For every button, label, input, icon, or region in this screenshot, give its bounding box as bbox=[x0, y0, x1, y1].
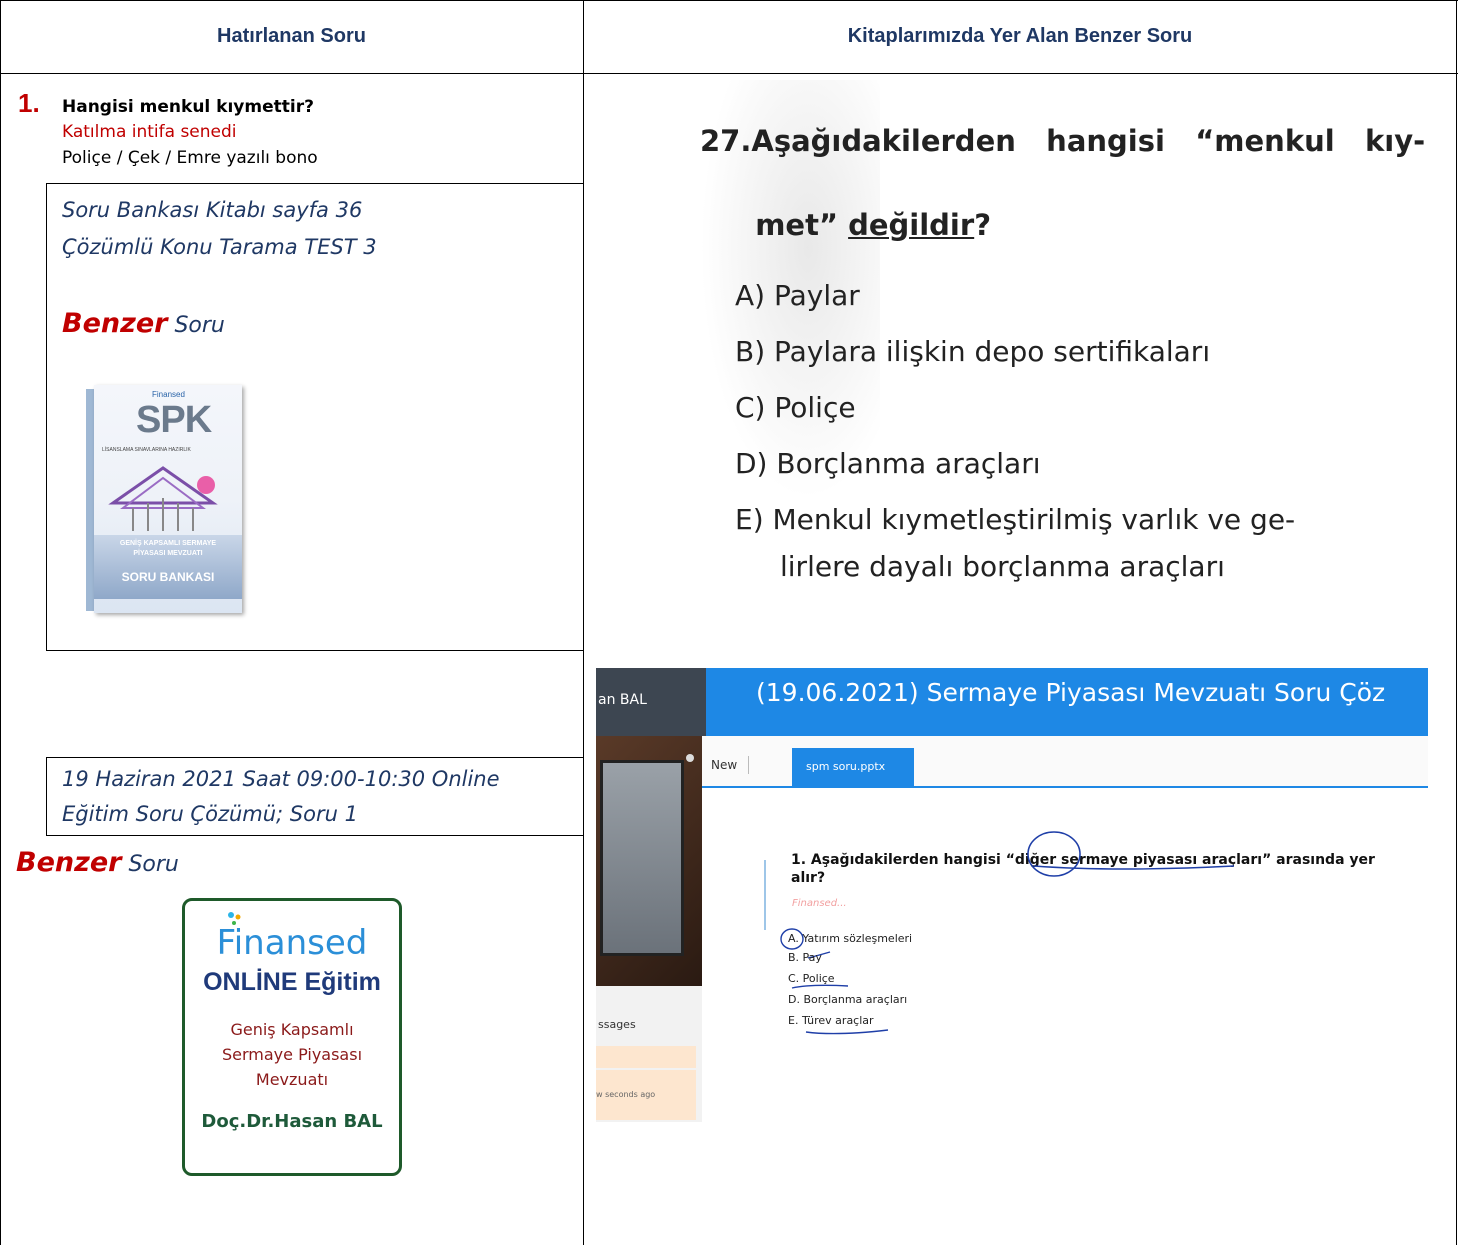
benzer-soru-label: Benzer Soru bbox=[62, 308, 225, 339]
question-number: 1. bbox=[18, 88, 40, 118]
card-author: Doç.Dr.Hasan BAL bbox=[201, 1111, 383, 1132]
option-c: C) Poliçe bbox=[735, 391, 856, 424]
question-line2: met” değildir? bbox=[735, 174, 991, 242]
option-e-line1: E) Menkul kıymetleştirilmiş varlık ve ge… bbox=[735, 503, 1296, 536]
benzer-bold: Benzer bbox=[62, 308, 168, 339]
book-ref-line2: Çözümlü Konu Tarama TEST 3 bbox=[62, 235, 377, 259]
online-ref-line2: Eğitim Soru Çözümü; Soru 1 bbox=[62, 802, 358, 826]
ss-option-e: E. Türev araçlar bbox=[788, 1014, 874, 1027]
ss-option-b: B. Pay bbox=[788, 951, 822, 964]
book-ref-line1: Soru Bankası Kitabı sayfa 36 bbox=[62, 198, 363, 222]
ss-option-a: A. Yatırım sözleşmeleri bbox=[788, 932, 913, 945]
header-right: Kitaplarımızda Yer Alan Benzer Soru bbox=[847, 24, 1193, 47]
book-title-spk: SPK bbox=[136, 399, 212, 441]
book-cover-image: Finansed SPK LİSANSLAMA SINAVLARINA HAZI… bbox=[86, 385, 242, 613]
online-education-card: Finansed ONLİNE Eğitim Geniş Kapsamlı Se… bbox=[182, 898, 402, 1176]
book-subtitle: LİSANSLAMA SINAVLARINA HAZIRLIK bbox=[102, 447, 191, 453]
card-line3: Mevzuatı bbox=[255, 1070, 329, 1089]
ss-option-d: D. Borçlanma araçları bbox=[788, 993, 908, 1006]
question-line1: 27.Aşağıdakilerden hangisi “menkul kıy- bbox=[700, 124, 1426, 158]
option-e-line2: lirlere dayalı borçlanma araçları bbox=[780, 550, 1225, 583]
book-band-line1: GENİŞ KAPSAMLI SERMAYE bbox=[119, 540, 217, 547]
card-title: ONLİNE Eğitim bbox=[203, 968, 381, 996]
card-line1: Geniş Kapsamlı bbox=[230, 1020, 354, 1039]
card-line2: Sermaye Piyasası bbox=[221, 1045, 363, 1064]
ss-pen-annotations bbox=[780, 831, 1235, 1035]
soru-text: Soru bbox=[167, 313, 225, 338]
table-border-left bbox=[0, 0, 1, 1245]
benzer-soru-label-2: Benzer Soru bbox=[16, 847, 179, 878]
header-left: Hatırlanan Soru bbox=[217, 24, 366, 47]
answer-list: Poliçe / Çek / Emre yazılı bono bbox=[62, 148, 318, 168]
book-band-line3: SORU BANKASI bbox=[121, 570, 215, 584]
online-ref-line1: 19 Haziran 2021 Saat 09:00-10:30 Online bbox=[62, 767, 500, 791]
lesson-screenshot: an BAL (19.06.2021) Sermaye Piyasası Mev… bbox=[596, 668, 1428, 1122]
option-a: A) Paylar bbox=[735, 279, 860, 312]
question-line2-a: met” bbox=[755, 208, 849, 242]
book-front: Finansed SPK LİSANSLAMA SINAVLARINA HAZI… bbox=[94, 385, 242, 613]
ss-watermark: Finansed... bbox=[792, 898, 847, 909]
soru2-text: Soru bbox=[121, 852, 179, 877]
table-border-right bbox=[1456, 0, 1457, 1245]
benzer2-bold: Benzer bbox=[16, 847, 122, 878]
question-line2-b: ? bbox=[974, 208, 992, 242]
ss-option-c: C. Poliçe bbox=[788, 972, 835, 985]
book-brand: Finansed bbox=[152, 390, 185, 399]
question-title: Hangisi menkul kıymettir? bbox=[62, 97, 314, 117]
book-graphic bbox=[108, 466, 218, 531]
answer-red: Katılma intifa senedi bbox=[62, 122, 237, 142]
option-b: B) Paylara ilişkin depo sertifikaları bbox=[735, 335, 1211, 368]
question-line2-underlined: değildir bbox=[848, 208, 975, 242]
card-brand: Finansed bbox=[216, 923, 368, 963]
book-band-line2: PİYASASI MEVZUATI bbox=[133, 550, 203, 557]
header-divider bbox=[0, 73, 1458, 74]
option-d: D) Borçlanma araçları bbox=[735, 447, 1041, 480]
